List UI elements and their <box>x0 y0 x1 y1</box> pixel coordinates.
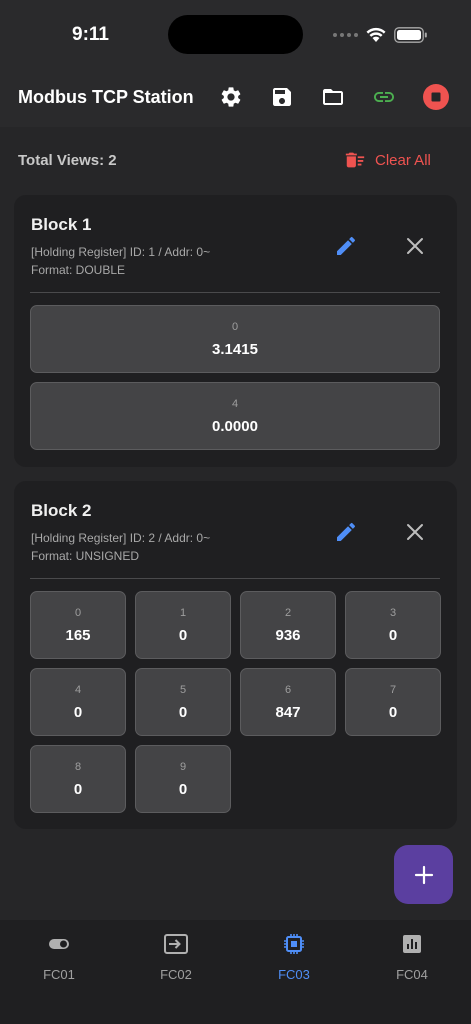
app-bar: Modbus TCP Station <box>0 70 471 127</box>
register-address: 0 <box>74 607 82 619</box>
register-cell[interactable]: 0 165 <box>30 591 126 659</box>
register-address: 7 <box>389 684 397 696</box>
toggle-icon <box>49 939 69 949</box>
register-cell[interactable]: 1 0 <box>135 591 231 659</box>
nav-label: FC03 <box>278 967 310 982</box>
dynamic-island <box>168 15 303 54</box>
close-icon <box>407 238 423 254</box>
nav-label: FC01 <box>43 967 75 982</box>
block-format: Format: DOUBLE <box>31 263 126 277</box>
register-value: 165 <box>65 627 91 644</box>
nav-label: FC02 <box>160 967 192 982</box>
register-value: 0 <box>73 704 83 721</box>
save-icon <box>273 88 291 106</box>
register-value: 0.0000 <box>212 418 258 435</box>
register-cell[interactable]: 2 936 <box>240 591 336 659</box>
close-icon <box>407 524 423 540</box>
register-value: 847 <box>275 704 301 721</box>
register-address: 4 <box>74 684 82 696</box>
register-value: 0 <box>178 627 188 644</box>
register-address: 8 <box>74 761 82 773</box>
cellular-signal-icon <box>333 33 358 37</box>
register-value: 0 <box>178 704 188 721</box>
stop-circle-icon <box>423 84 449 110</box>
nav-item-fc01[interactable]: FC01 <box>14 932 104 982</box>
nav-item-fc03[interactable]: FC03 <box>249 932 339 982</box>
block-title: Block 1 <box>31 215 92 234</box>
block-title: Block 2 <box>31 501 92 520</box>
total-views-label: Total Views: 2 <box>18 152 117 169</box>
pencil-icon <box>337 236 356 255</box>
register-cell[interactable]: 9 0 <box>135 745 231 813</box>
block-register-info: [Holding Register] ID: 1 / Addr: 0~ <box>31 245 211 259</box>
app-title: Modbus TCP Station <box>18 87 194 107</box>
status-bar: 9:11 <box>0 0 471 70</box>
divider <box>30 292 440 293</box>
wifi-icon <box>366 27 386 42</box>
register-cell[interactable]: 8 0 <box>30 745 126 813</box>
nav-item-fc04[interactable]: FC04 <box>367 932 457 982</box>
gear-icon <box>221 87 241 107</box>
register-address: 9 <box>179 761 187 773</box>
stop-server-button[interactable] <box>421 82 451 112</box>
folder-icon <box>323 89 343 105</box>
connection-button[interactable] <box>369 82 399 112</box>
block-register-info: [Holding Register] ID: 2 / Addr: 0~ <box>31 531 211 545</box>
register-cell[interactable]: 6 847 <box>240 668 336 736</box>
clear-all-button[interactable]: Clear All <box>344 149 431 171</box>
block-card-1: Block 1 [Holding Register] ID: 1 / Addr:… <box>14 195 457 467</box>
register-value: 936 <box>275 627 301 644</box>
block-card-2: Block 2 [Holding Register] ID: 2 / Addr:… <box>14 481 457 829</box>
open-folder-button[interactable] <box>318 82 348 112</box>
register-address: 2 <box>284 607 292 619</box>
bar-chart-icon <box>403 935 421 953</box>
remove-block-button[interactable] <box>404 235 426 257</box>
register-address: 6 <box>284 684 292 696</box>
register-address: 4 <box>231 398 239 410</box>
nav-item-fc02[interactable]: FC02 <box>131 932 221 982</box>
settings-button[interactable] <box>216 82 246 112</box>
register-value: 3.1415 <box>212 341 258 358</box>
link-icon <box>374 92 394 102</box>
register-value: 0 <box>73 781 83 798</box>
battery-icon <box>394 27 427 43</box>
remove-block-button[interactable] <box>404 521 426 543</box>
register-address: 1 <box>179 607 187 619</box>
edit-block-button[interactable] <box>334 234 358 258</box>
bottom-navigation: FC01 FC02 FC03 FC04 <box>0 920 471 1024</box>
register-address: 5 <box>179 684 187 696</box>
delete-sweep-icon <box>345 152 365 168</box>
register-cell[interactable]: 4 0.0000 <box>30 382 440 450</box>
register-address: 0 <box>231 321 239 333</box>
chip-icon <box>284 934 304 954</box>
status-time: 9:11 <box>72 24 109 45</box>
register-cell[interactable]: 5 0 <box>135 668 231 736</box>
block-format: Format: UNSIGNED <box>31 549 140 563</box>
register-cell[interactable]: 0 3.1415 <box>30 305 440 373</box>
register-cell[interactable]: 4 0 <box>30 668 126 736</box>
plus-icon <box>414 865 433 884</box>
register-cell[interactable]: 3 0 <box>345 591 441 659</box>
clear-all-label: Clear All <box>375 151 431 169</box>
register-address: 3 <box>389 607 397 619</box>
register-value: 0 <box>178 781 188 798</box>
nav-label: FC04 <box>396 967 428 982</box>
pencil-icon <box>337 522 356 541</box>
input-icon <box>164 934 188 954</box>
edit-block-button[interactable] <box>334 520 358 544</box>
register-value: 0 <box>388 627 398 644</box>
register-cell[interactable]: 7 0 <box>345 668 441 736</box>
save-button[interactable] <box>267 82 297 112</box>
register-value: 0 <box>388 704 398 721</box>
add-block-button[interactable] <box>394 845 453 904</box>
divider <box>30 578 440 579</box>
